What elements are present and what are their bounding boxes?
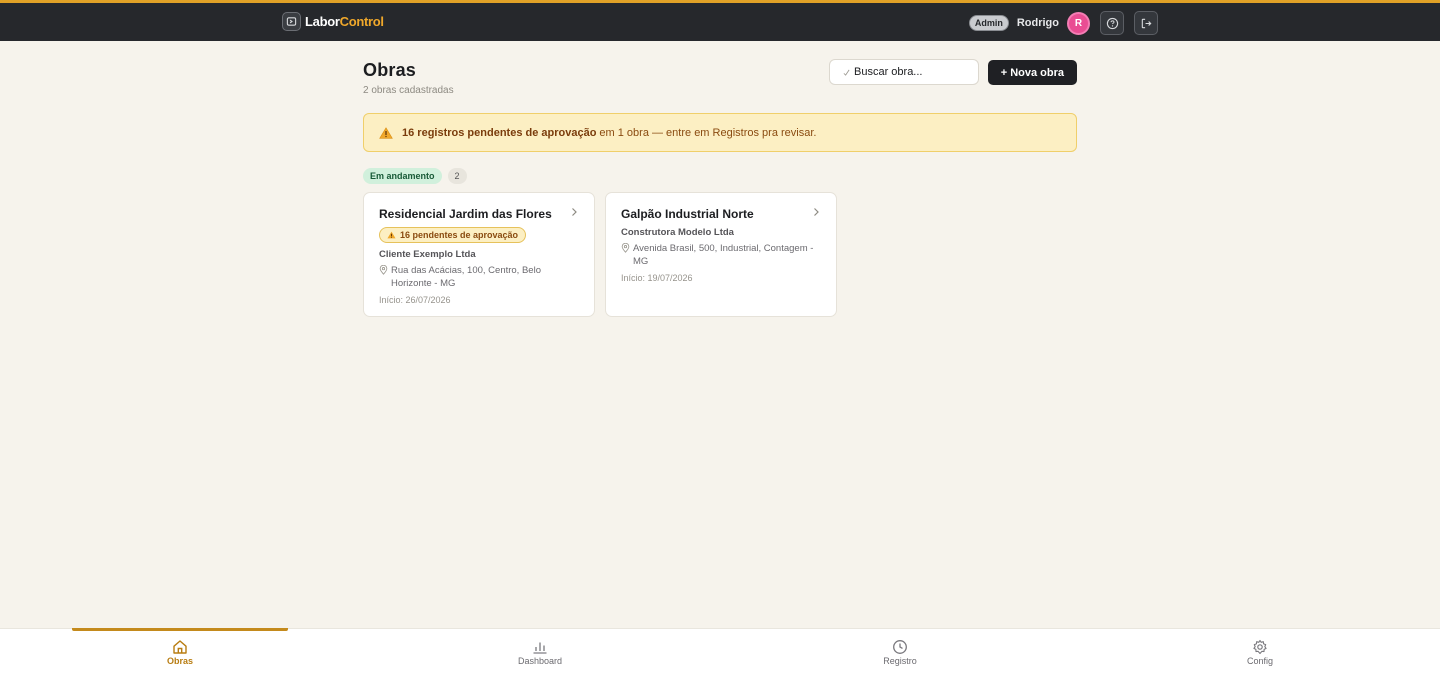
obra-title: Galpão Industrial Norte <box>621 207 754 221</box>
obra-card[interactable]: Galpão Industrial Norte Construtora Mode… <box>605 192 837 317</box>
obra-client: Cliente Exemplo Ltda <box>379 249 476 260</box>
role-badge: Admin <box>968 15 1009 31</box>
nav-item-dashboard[interactable]: Dashboard <box>360 629 720 675</box>
pending-text: 16 pendentes de aprovação <box>400 230 519 240</box>
user-name: Rodrigo <box>1016 17 1059 29</box>
gear-icon <box>1253 639 1267 655</box>
status-count: 2 <box>447 168 467 184</box>
search-icon <box>843 69 850 76</box>
obra-address: Rua das Acácias, 100, Centro, Belo Horiz… <box>379 264 579 290</box>
nav-label: Dashboard <box>517 656 563 666</box>
new-obra-button[interactable]: + Nova obra <box>987 60 1077 85</box>
pending-badge: 16 pendentes de aprovação <box>379 227 527 243</box>
avatar[interactable]: R <box>1067 11 1090 35</box>
top-header: LaborControl Admin Rodrigo R <box>0 0 1440 41</box>
brand-logo[interactable]: LaborControl <box>282 12 384 31</box>
brand-name-part1: Labor <box>305 14 340 29</box>
bar-chart-icon <box>533 642 547 654</box>
obra-start-date: Início: 26/07/2026 <box>379 295 451 305</box>
warning-icon <box>379 126 393 139</box>
warning-icon <box>387 231 396 239</box>
status-group-header: Em andamento 2 <box>363 168 467 184</box>
status-badge: Em andamento <box>363 168 442 184</box>
chevron-right-icon <box>570 207 578 217</box>
obra-address-text: Rua das Acácias, 100, Centro, Belo Horiz… <box>391 265 541 289</box>
search-box[interactable] <box>829 59 979 85</box>
nav-label: Registro <box>883 656 917 666</box>
obra-cards: Residencial Jardim das Flores 16 pendent… <box>363 192 837 317</box>
search-input[interactable] <box>854 66 974 78</box>
location-pin-icon <box>379 265 388 290</box>
clock-icon <box>893 640 907 654</box>
chevron-right-icon <box>812 207 820 217</box>
brand-name: LaborControl <box>305 12 384 31</box>
pending-alert[interactable]: 16 registros pendentes de aprovação em 1… <box>363 113 1077 152</box>
logo-icon <box>282 12 301 31</box>
page-subtitle: 2 obras cadastradas <box>363 85 454 96</box>
home-icon <box>173 640 187 654</box>
bottom-nav: Obras Dashboard Registro Config <box>0 628 1440 675</box>
nav-item-registro[interactable]: Registro <box>720 629 1080 675</box>
help-icon <box>1106 17 1118 29</box>
alert-bold-text: 16 registros pendentes de aprovação <box>402 126 597 139</box>
location-pin-icon <box>621 243 630 268</box>
obra-start-date: Início: 19/07/2026 <box>621 273 693 283</box>
nav-label: Config <box>1246 656 1273 666</box>
obra-client: Construtora Modelo Ltda <box>621 227 734 238</box>
help-button[interactable] <box>1100 11 1124 35</box>
alert-text: em 1 obra — entre em Registros pra revis… <box>599 126 817 139</box>
logout-button[interactable] <box>1134 11 1158 35</box>
logout-icon <box>1141 18 1151 28</box>
obra-address: Avenida Brasil, 500, Industrial, Contage… <box>621 242 821 268</box>
obra-card[interactable]: Residencial Jardim das Flores 16 pendent… <box>363 192 595 317</box>
obra-title: Residencial Jardim das Flores <box>379 207 552 221</box>
main-content: Obras 2 obras cadastradas + Nova obra 16… <box>363 59 1077 317</box>
brand-name-part2: Control <box>339 14 384 29</box>
header-user-area: Admin Rodrigo R <box>968 11 1158 35</box>
active-tab-indicator <box>72 628 288 631</box>
nav-item-config[interactable]: Config <box>1080 629 1440 675</box>
obra-address-text: Avenida Brasil, 500, Industrial, Contage… <box>633 243 814 267</box>
nav-label: Obras <box>166 656 193 666</box>
nav-item-obras[interactable]: Obras <box>0 629 360 675</box>
